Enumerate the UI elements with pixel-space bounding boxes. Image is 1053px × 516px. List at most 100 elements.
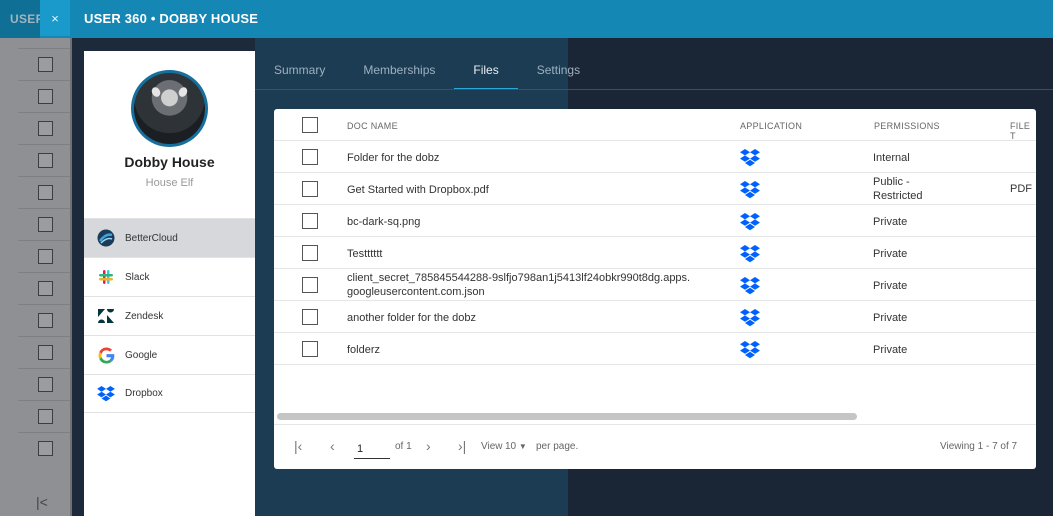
first-page-icon[interactable]: |‹ [294, 438, 302, 454]
app-item-bettercloud[interactable]: BetterCloud [84, 218, 255, 257]
table-row[interactable]: folderz Private [274, 333, 1036, 365]
next-page-icon[interactable]: › [426, 438, 431, 454]
avatar [131, 70, 208, 147]
background-row-checkbox[interactable] [37, 89, 53, 104]
table-row[interactable]: another folder for the dobz Private [274, 301, 1036, 333]
tab-settings[interactable]: Settings [518, 51, 599, 90]
select-all-checkbox[interactable] [302, 117, 318, 133]
background-row[interactable] [18, 208, 72, 240]
permissions: Public - Restricted [873, 176, 923, 202]
row-checkbox[interactable] [302, 341, 318, 357]
profile-role: House Elf [145, 177, 194, 189]
page-number-input[interactable] [354, 439, 390, 459]
files-panel: DOC NAME APPLICATION PERMISSIONS FILE T … [274, 109, 1036, 469]
app-list: BetterCloud Slack Zendesk Google Dropbox [84, 218, 255, 413]
background-row[interactable] [18, 304, 72, 336]
page-size-select[interactable]: 10 ▼ [505, 441, 527, 452]
background-row-checkbox[interactable] [37, 217, 53, 232]
app-label: Google [125, 349, 158, 361]
column-header-application[interactable]: APPLICATION [740, 121, 802, 131]
column-header-permissions[interactable]: PERMISSIONS [874, 121, 940, 131]
table-row[interactable]: Testttttt Private [274, 237, 1036, 269]
permissions: Private [873, 280, 908, 292]
background-row[interactable] [18, 144, 72, 176]
page-count: of 1 [395, 441, 412, 452]
table-row[interactable]: bc-dark-sq.png Private [274, 205, 1036, 237]
chevron-down-icon: ▼ [518, 442, 527, 451]
file-type: PDF [1010, 183, 1032, 195]
background-row[interactable] [18, 48, 72, 80]
tab-files[interactable]: Files [454, 51, 518, 90]
background-row[interactable] [18, 400, 72, 432]
background-row-checkbox[interactable] [37, 249, 53, 264]
app-item-dropbox[interactable]: Dropbox [84, 374, 255, 413]
dropbox-icon [740, 309, 760, 330]
tab-summary[interactable]: Summary [255, 51, 344, 90]
background-row-checkbox[interactable] [37, 185, 53, 200]
google-icon [97, 346, 115, 364]
doc-name: Folder for the dobz [347, 152, 440, 164]
background-row-checkbox[interactable] [37, 281, 53, 296]
app-item-slack[interactable]: Slack [84, 257, 255, 296]
doc-name: Testttttt [347, 248, 383, 260]
row-checkbox[interactable] [302, 309, 318, 325]
drawer-shadow [70, 0, 72, 516]
dropbox-icon [740, 149, 760, 170]
background-app: USER |< [0, 0, 72, 516]
close-button[interactable]: × [40, 0, 70, 36]
background-row[interactable] [18, 80, 72, 112]
background-row[interactable] [18, 112, 72, 144]
row-checkbox[interactable] [302, 277, 318, 293]
column-header-file-type[interactable]: FILE T [1010, 121, 1036, 141]
per-page-label: per page. [536, 441, 579, 452]
background-row-checkbox[interactable] [37, 441, 53, 456]
background-row[interactable] [18, 240, 72, 272]
table-row[interactable]: client_secret_785845544288-9slfjo798an1j… [274, 269, 1036, 301]
row-checkbox[interactable] [302, 181, 318, 197]
bettercloud-icon [97, 229, 115, 247]
app-label: Dropbox [125, 388, 163, 399]
dropbox-icon [740, 213, 760, 234]
close-icon: × [51, 10, 59, 26]
zendesk-icon [97, 307, 115, 325]
first-page-icon[interactable]: |< [36, 494, 48, 510]
background-row[interactable] [18, 432, 72, 464]
last-page-icon[interactable]: ›| [458, 438, 466, 454]
row-checkbox[interactable] [302, 245, 318, 261]
page-size-value: 10 [505, 441, 517, 452]
tab-bar: Summary Memberships Files Settings [255, 51, 599, 90]
background-row-checkbox[interactable] [37, 57, 53, 72]
table-row[interactable]: Folder for the dobz Internal [274, 141, 1036, 173]
pagination: |‹ ‹ of 1 › ›| View 10 ▼ per page. Viewi… [274, 425, 1036, 469]
background-row[interactable] [18, 368, 72, 400]
column-header-doc-name[interactable]: DOC NAME [347, 121, 398, 131]
profile-name: Dobby House [124, 154, 215, 170]
background-row-checkbox[interactable] [37, 409, 53, 424]
drawer-title: USER 360 • DOBBY HOUSE [84, 11, 259, 26]
background-row-checkbox[interactable] [37, 153, 53, 168]
permissions: Private [873, 216, 908, 228]
row-checkbox[interactable] [302, 213, 318, 229]
previous-page-icon[interactable]: ‹ [330, 438, 335, 454]
background-row[interactable] [18, 272, 72, 304]
background-row[interactable] [18, 336, 72, 368]
tab-memberships[interactable]: Memberships [344, 51, 454, 90]
table-header: DOC NAME APPLICATION PERMISSIONS FILE T [274, 109, 1036, 141]
app-label: Slack [125, 271, 150, 283]
app-label: Zendesk [125, 310, 164, 322]
background-row[interactable] [18, 176, 72, 208]
dropbox-icon [740, 277, 760, 298]
table-row[interactable]: Get Started with Dropbox.pdf Public - Re… [274, 173, 1036, 205]
row-checkbox[interactable] [302, 149, 318, 165]
app-label: BetterCloud [125, 232, 178, 244]
app-item-google[interactable]: Google [84, 335, 255, 374]
horizontal-scrollbar[interactable] [277, 413, 857, 420]
background-row-checkbox[interactable] [37, 121, 53, 136]
permissions: Private [873, 312, 908, 324]
background-row-checkbox[interactable] [37, 313, 53, 328]
app-item-zendesk[interactable]: Zendesk [84, 296, 255, 335]
permissions: Private [873, 344, 908, 356]
background-row-checkbox[interactable] [37, 345, 53, 360]
background-row-checkbox[interactable] [37, 377, 53, 392]
avatar-image [134, 73, 205, 144]
